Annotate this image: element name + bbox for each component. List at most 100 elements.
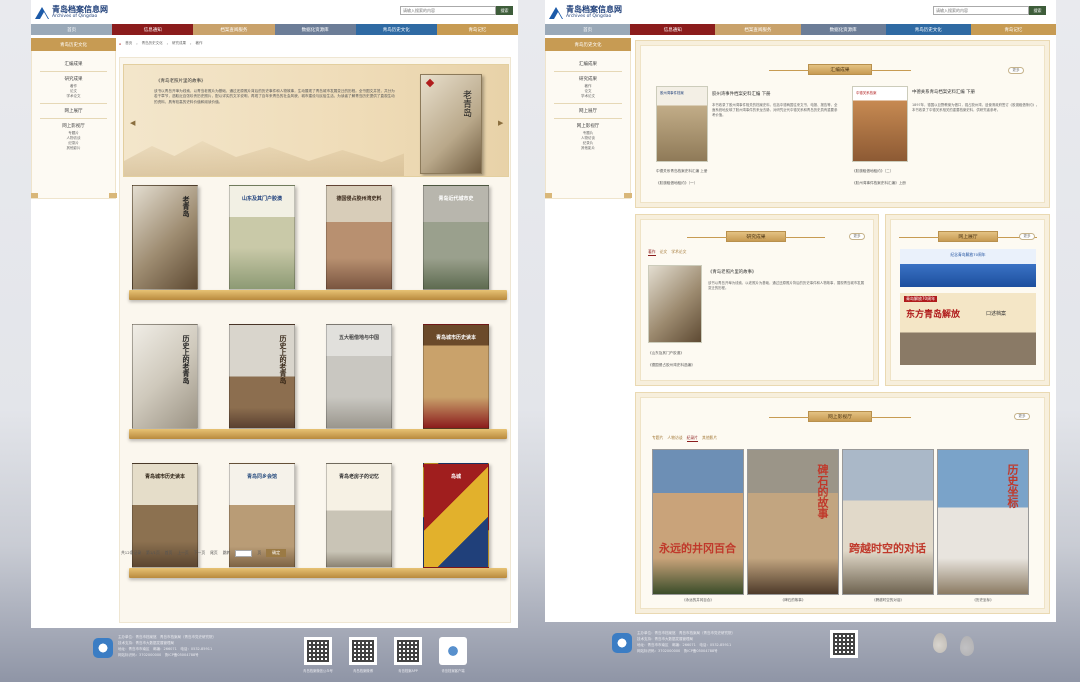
book-cover[interactable]: 青岛城市历史读本 xyxy=(423,324,489,429)
sidebar-item[interactable]: 网上展厅 xyxy=(546,108,630,114)
tab-special[interactable]: 专题片 xyxy=(652,435,663,442)
sidebar-subitem[interactable]: 其他影片 xyxy=(32,146,115,151)
compilation-left-title[interactable]: 胶州湾事件档案史料汇编 下册 xyxy=(712,91,770,97)
book-cover[interactable]: 历史上的老青岛 xyxy=(132,324,198,429)
next-arrow-icon[interactable]: ▶ xyxy=(498,119,503,127)
research-book-title[interactable]: 《青岛老照片里的故事》 xyxy=(708,269,756,275)
research-book-cover[interactable] xyxy=(648,265,702,343)
exhibition-banner-1[interactable]: 纪念青岛解放70周年 xyxy=(900,249,1036,287)
book-cover[interactable]: 历史上的老青岛 xyxy=(229,324,295,429)
search-input[interactable] xyxy=(400,6,496,15)
research-more-button[interactable]: 更多 xyxy=(849,233,865,240)
nav-item-2[interactable]: 档案查阅服务 xyxy=(193,24,275,35)
prev-arrow-icon[interactable]: ◀ xyxy=(130,119,135,127)
goto-button[interactable]: 确定 xyxy=(266,549,287,557)
nav-item-4[interactable]: 青岛历史文化 xyxy=(885,24,971,35)
film-poster[interactable]: 跨越时空的对话 xyxy=(842,449,934,595)
wechat-qr-code xyxy=(830,630,858,658)
online-hall-more-button[interactable]: 更多 xyxy=(1019,233,1035,240)
next-page-link[interactable]: 下一页 xyxy=(194,550,205,556)
sidebar-item[interactable]: 研究成果 xyxy=(546,76,630,82)
sidebar-item[interactable]: 研究成果 xyxy=(32,76,115,82)
nav-item-1[interactable]: 信息通知 xyxy=(112,24,194,35)
wooden-shelf xyxy=(129,429,507,439)
book-cover[interactable]: 老青岛 xyxy=(132,185,198,290)
sidebar-menu: 汇编成果 研究成果 著作 论文 学术论文 网上展厅 网上影视厅 专题片 人物访谈 纪录片 其他影片 xyxy=(31,51,117,199)
compilation-link[interactable]: 《胶澳租借地租约》（二） xyxy=(852,169,893,174)
research-link[interactable]: 《德国侵占胶州湾史料选编》 xyxy=(648,363,695,368)
breadcrumb-research[interactable]: 研究成果 xyxy=(172,41,186,46)
sidebar-subitem[interactable]: 学术论文 xyxy=(546,94,630,99)
tab-academic[interactable]: 学术论文 xyxy=(671,249,686,256)
book-cover[interactable]: 德国侵占胶州湾史料 xyxy=(326,185,392,290)
compilation-left-thumbnail[interactable]: 胶州湾事件档案 xyxy=(656,86,708,162)
compilation-link[interactable]: 《胶州湾事件档案史料汇编》上册 xyxy=(852,181,906,186)
nav-item-2[interactable]: 档案查阅服务 xyxy=(715,24,801,35)
search-bar: 搜索 xyxy=(933,6,1046,15)
divider xyxy=(40,103,107,104)
film-poster[interactable]: 永远的井冈百合 xyxy=(652,449,744,595)
nav-item-4[interactable]: 青岛历史文化 xyxy=(355,24,437,35)
compilation-link[interactable]: 《胶澳租借地租约》（一） xyxy=(656,181,697,186)
client-qr-code xyxy=(439,637,467,665)
sidebar-item[interactable]: 网上影视厅 xyxy=(32,123,115,129)
bookshelf-area: ◀ ▶ 《青岛老照片里的故事》 该书以青岛开埠为线索，以青岛老照片为基础，通过还… xyxy=(119,57,511,623)
nav-item-1[interactable]: 信息通知 xyxy=(630,24,716,35)
sidebar-item[interactable]: 汇编成果 xyxy=(32,61,115,67)
first-page-link[interactable]: 首页 xyxy=(165,550,173,556)
book-cover[interactable]: 山东及其门户胶澳 xyxy=(229,185,295,290)
last-page-link[interactable]: 尾页 xyxy=(210,550,218,556)
compilation-right-thumbnail[interactable]: 中德关系档案 xyxy=(852,86,908,162)
featured-book-title[interactable]: 《青岛老照片里的故事》 xyxy=(156,78,206,84)
nav-item-5[interactable]: 青岛记忆 xyxy=(436,24,518,35)
page-number-input[interactable] xyxy=(235,549,253,557)
tab-documentary[interactable]: 纪录片 xyxy=(686,435,698,442)
book-cover[interactable]: 岛城 xyxy=(423,463,489,568)
search-input[interactable] xyxy=(933,6,1029,15)
film-tabs: 专题片 人物访谈 纪录片 其他影片 xyxy=(652,435,717,442)
book-cover[interactable]: 五大租借地与中国 xyxy=(326,324,392,429)
tab-books[interactable]: 著作 xyxy=(648,249,656,256)
film-poster[interactable]: 历史坐标 xyxy=(937,449,1029,595)
sidebar-header: 青岛历史文化 xyxy=(545,38,631,51)
film-poster[interactable]: 碑石的故事 xyxy=(747,449,839,595)
exhibition-banner-2[interactable]: 青岛解放70周年 东方青岛解放 口述档案 xyxy=(900,293,1036,365)
compilation-right-title[interactable]: 中德关系青岛档案史料汇编 下册 xyxy=(912,89,975,95)
tab-papers[interactable]: 论文 xyxy=(660,249,668,256)
compilation-left-summary: 本书收录了胶州湾事件相关的档案史料，包括中德两国往来文书、电报、报告等，全面系统… xyxy=(712,103,838,117)
featured-book-cover[interactable]: 老青岛 xyxy=(420,74,482,174)
prev-page-link[interactable]: 上一页 xyxy=(177,550,188,556)
sidebar: 青岛历史文化 汇编成果 研究成果 著作 论文 学术论文 网上展厅 网上影视厅 专题片 人物访谈纪… xyxy=(545,38,632,199)
book-cover[interactable]: 青岛老房子的记忆 xyxy=(326,463,392,568)
breadcrumb-culture[interactable]: 青岛历史文化 xyxy=(142,41,163,46)
compilation-heading: 汇编成果 xyxy=(769,64,911,75)
nav-item-5[interactable]: 青岛记忆 xyxy=(970,24,1056,35)
nav-item-3[interactable]: 数据化资源库 xyxy=(274,24,356,35)
sidebar-subitem[interactable]: 学术论文 xyxy=(32,94,115,99)
book-title: 青岛同乡会馆 xyxy=(246,474,277,480)
sidebar-item[interactable]: 网上展厅 xyxy=(32,108,115,114)
research-book-summary: 该书以青岛开埠为线索，以老照片为基础，通过还原照片背后的历史事件和人物故事，展现… xyxy=(708,281,864,290)
sidebar-item[interactable]: 网上影视厅 xyxy=(546,123,630,129)
compilation-link[interactable]: 中德关系青岛档案史料汇编 上册 xyxy=(656,169,707,174)
nav-item-0[interactable]: 首页 xyxy=(31,24,113,35)
site-logo[interactable]: 青岛档案信息网 Archives of Qingdao xyxy=(35,5,108,19)
breadcrumb-home[interactable]: 首页 xyxy=(125,41,132,46)
sidebar-item[interactable]: 汇编成果 xyxy=(546,61,630,67)
nav-item-3[interactable]: 数据化资源库 xyxy=(800,24,886,35)
nav-item-0[interactable]: 首页 xyxy=(545,24,631,35)
search-button[interactable]: 搜索 xyxy=(1029,6,1046,15)
research-link[interactable]: 《山东及其门户胶澳》 xyxy=(648,351,684,356)
site-logo[interactable]: 青岛档案信息网 Archives of Qingdao xyxy=(549,5,622,19)
tab-other[interactable]: 其他影片 xyxy=(702,435,717,442)
home-icon: ⌂ xyxy=(119,41,122,46)
sidebar-subitem[interactable]: 其他影片 xyxy=(546,146,630,151)
main-nav: 首页 信息通知 档案查阅服务 数据化资源库 青岛历史文化 青岛记忆 xyxy=(545,24,1056,35)
book-cover[interactable]: 青岛近代城市史 xyxy=(423,185,489,290)
search-button[interactable]: 搜索 xyxy=(496,6,513,15)
wechat-qr-code xyxy=(304,637,332,665)
film-hall-more-button[interactable]: 更多 xyxy=(1014,413,1030,420)
research-panel: 研究成果 更多 著作 论文 学术论文 《青岛老照片里的故事》 该书以青岛开埠为线… xyxy=(635,214,879,386)
compilation-more-button[interactable]: 更多 xyxy=(1008,67,1024,74)
tab-interview[interactable]: 人物访谈 xyxy=(667,435,682,442)
